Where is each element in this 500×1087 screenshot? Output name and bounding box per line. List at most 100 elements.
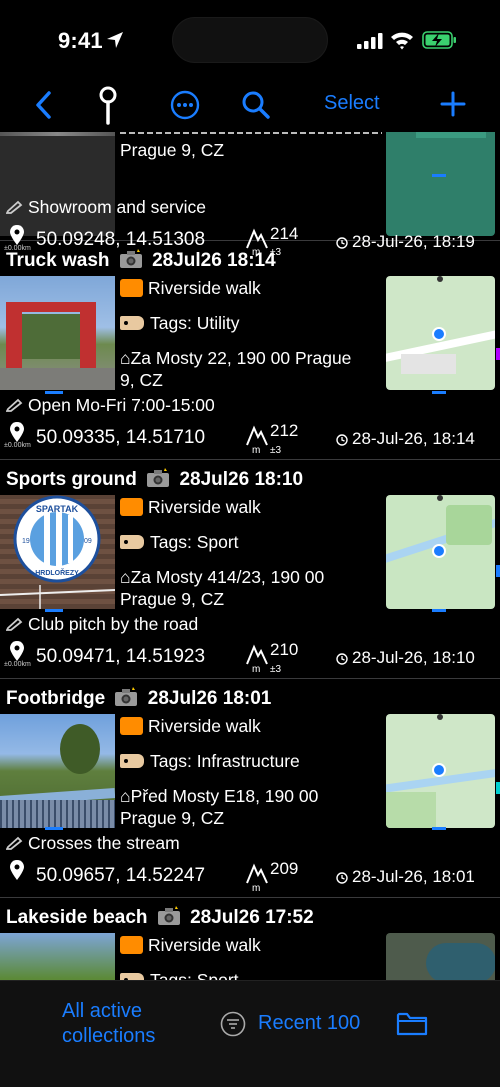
place-address: ⌂Za Mosty 22, 190 00 Prague — [120, 348, 352, 368]
note-pencil-icon — [6, 398, 23, 412]
folder-icon — [120, 279, 143, 297]
map-thumbnail[interactable] — [386, 933, 495, 980]
dynamic-island — [172, 17, 328, 63]
clock-icon — [336, 872, 348, 884]
bottom-bar: All active collections Recent 100 — [0, 980, 500, 1087]
note-pencil-icon — [6, 200, 23, 214]
folder-open-icon[interactable] — [396, 1011, 428, 1037]
place-photo[interactable] — [0, 276, 115, 390]
place-title: Truck wash 28Jul26 18:14 — [6, 249, 276, 271]
scroll-indicator[interactable] — [496, 782, 500, 794]
place-photo — [0, 132, 115, 236]
place-datetime: 28-Jul-26, 18:10 — [352, 648, 475, 667]
logo-text-bottom: HRDLOŘEZY — [35, 568, 79, 577]
altitude-icon — [246, 863, 268, 884]
list-item[interactable]: Prague 9, CZ Showroom and service ±0.00k… — [0, 132, 500, 258]
clock-icon — [336, 434, 348, 446]
camera-flash-icon — [119, 249, 142, 268]
scroll-marker — [432, 827, 446, 830]
map-thumbnail[interactable] — [386, 714, 495, 828]
altitude-accuracy: ±3 — [270, 445, 282, 456]
altitude-unit: m — [252, 445, 261, 456]
place-photo[interactable] — [0, 714, 115, 828]
folder-icon — [120, 498, 143, 516]
collection-name[interactable]: Riverside walk — [148, 278, 261, 298]
folder-icon — [120, 936, 143, 954]
place-coordinates[interactable]: 50.09335, 14.51710 — [36, 427, 205, 449]
accuracy-label: ±0.00km — [4, 442, 31, 449]
place-coordinates[interactable]: 50.09471, 14.51923 — [36, 646, 205, 668]
altitude-value: 212 — [270, 421, 299, 440]
place-address: ⌂Za Mosty 414/23, 190 00 — [120, 567, 325, 587]
cellular-signal-icon — [357, 33, 383, 49]
scroll-marker — [45, 827, 63, 830]
note-pencil-icon — [6, 836, 23, 850]
map-thumbnail[interactable] — [386, 132, 495, 236]
collection-name[interactable]: Riverside walk — [148, 497, 261, 517]
tag-icon — [120, 316, 144, 330]
list-item[interactable]: Footbridge 28Jul26 18:01 Riverside walk … — [0, 679, 500, 898]
camera-flash-icon — [115, 687, 138, 706]
altitude-unit: m — [252, 883, 261, 894]
scroll-marker — [432, 609, 446, 612]
place-title: Footbridge 28Jul26 18:01 — [6, 687, 272, 709]
club-logo: SPARTAK HRDLOŘEZY 19 09 — [0, 495, 115, 609]
search-icon[interactable] — [241, 90, 271, 120]
location-pin-icon — [10, 860, 24, 880]
place-details: Riverside walk Tags: Sport — [120, 934, 382, 980]
list-item[interactable]: Sports ground 28Jul26 18:10 SPARTAK HRDL… — [0, 460, 500, 679]
more-ellipsis-icon[interactable] — [170, 90, 200, 120]
battery-charging-icon — [422, 31, 456, 49]
select-button[interactable]: Select — [324, 92, 380, 115]
filter-icon[interactable] — [220, 1011, 246, 1037]
list-item[interactable]: Lakeside beach 28Jul26 17:52 Riverside w… — [0, 898, 500, 980]
place-datetime: 28-Jul-26, 18:01 — [352, 867, 475, 886]
camera-flash-icon — [157, 906, 180, 925]
camera-flash-icon — [147, 468, 170, 487]
place-note: Crosses the stream — [28, 833, 180, 853]
collections-button[interactable]: All active collections — [62, 999, 155, 1049]
scroll-indicator[interactable] — [496, 348, 500, 360]
logo-text-left: 19 — [22, 538, 30, 545]
map-thumbnail[interactable] — [386, 495, 495, 609]
place-note: Club pitch by the road — [28, 614, 199, 634]
list-item[interactable]: Truck wash 28Jul26 18:14 Riverside walk … — [0, 241, 500, 460]
scroll-indicator[interactable] — [496, 565, 500, 577]
logo-text-top: SPARTAK — [36, 504, 79, 514]
toolbar: Select — [0, 80, 500, 132]
collection-name[interactable]: Riverside walk — [148, 716, 261, 736]
scroll-marker — [45, 609, 63, 612]
collection-name[interactable]: Riverside walk — [148, 935, 261, 955]
place-photo[interactable]: SPARTAK HRDLOŘEZY 19 09 — [0, 495, 115, 609]
place-title: Lakeside beach 28Jul26 17:52 — [6, 906, 314, 928]
logo-text-right: 09 — [84, 538, 92, 545]
place-details: Riverside walk Tags: Sport ⌂Za Mosty 414… — [120, 496, 382, 610]
altitude-icon — [246, 425, 268, 446]
place-photo[interactable] — [0, 933, 115, 980]
scroll-marker — [45, 391, 63, 394]
status-time: 9:41 — [58, 28, 103, 53]
tags-label: Tags: Utility — [150, 313, 240, 333]
location-arrow-icon — [107, 32, 123, 48]
back-chevron-icon[interactable] — [34, 90, 54, 120]
place-details: Riverside walk Tags: Utility ⌂Za Mosty 2… — [120, 277, 382, 391]
clock-icon — [336, 653, 348, 665]
map-thumbnail[interactable] — [386, 276, 495, 390]
note-pencil-icon — [6, 617, 23, 631]
places-list: Prague 9, CZ Showroom and service ±0.00k… — [0, 132, 500, 980]
add-icon[interactable] — [440, 91, 466, 117]
place-coordinates[interactable]: 50.09657, 14.52247 — [36, 865, 205, 887]
wifi-icon — [391, 32, 413, 50]
place-details: Riverside walk Tags: Infrastructure ⌂Pře… — [120, 715, 382, 829]
status-bar: 9:41 — [0, 0, 500, 80]
folder-icon — [120, 717, 143, 735]
tags-label: Tags: Sport — [150, 532, 239, 552]
scroll-marker — [432, 174, 446, 177]
tag-icon — [120, 754, 144, 768]
location-pin-icon — [10, 422, 24, 442]
place-title: Sports ground 28Jul26 18:10 — [6, 468, 304, 490]
tag-icon — [120, 535, 144, 549]
pin-icon[interactable] — [98, 86, 118, 126]
recent-filter-button[interactable]: Recent 100 — [258, 1012, 360, 1035]
tag-icon — [120, 973, 144, 980]
